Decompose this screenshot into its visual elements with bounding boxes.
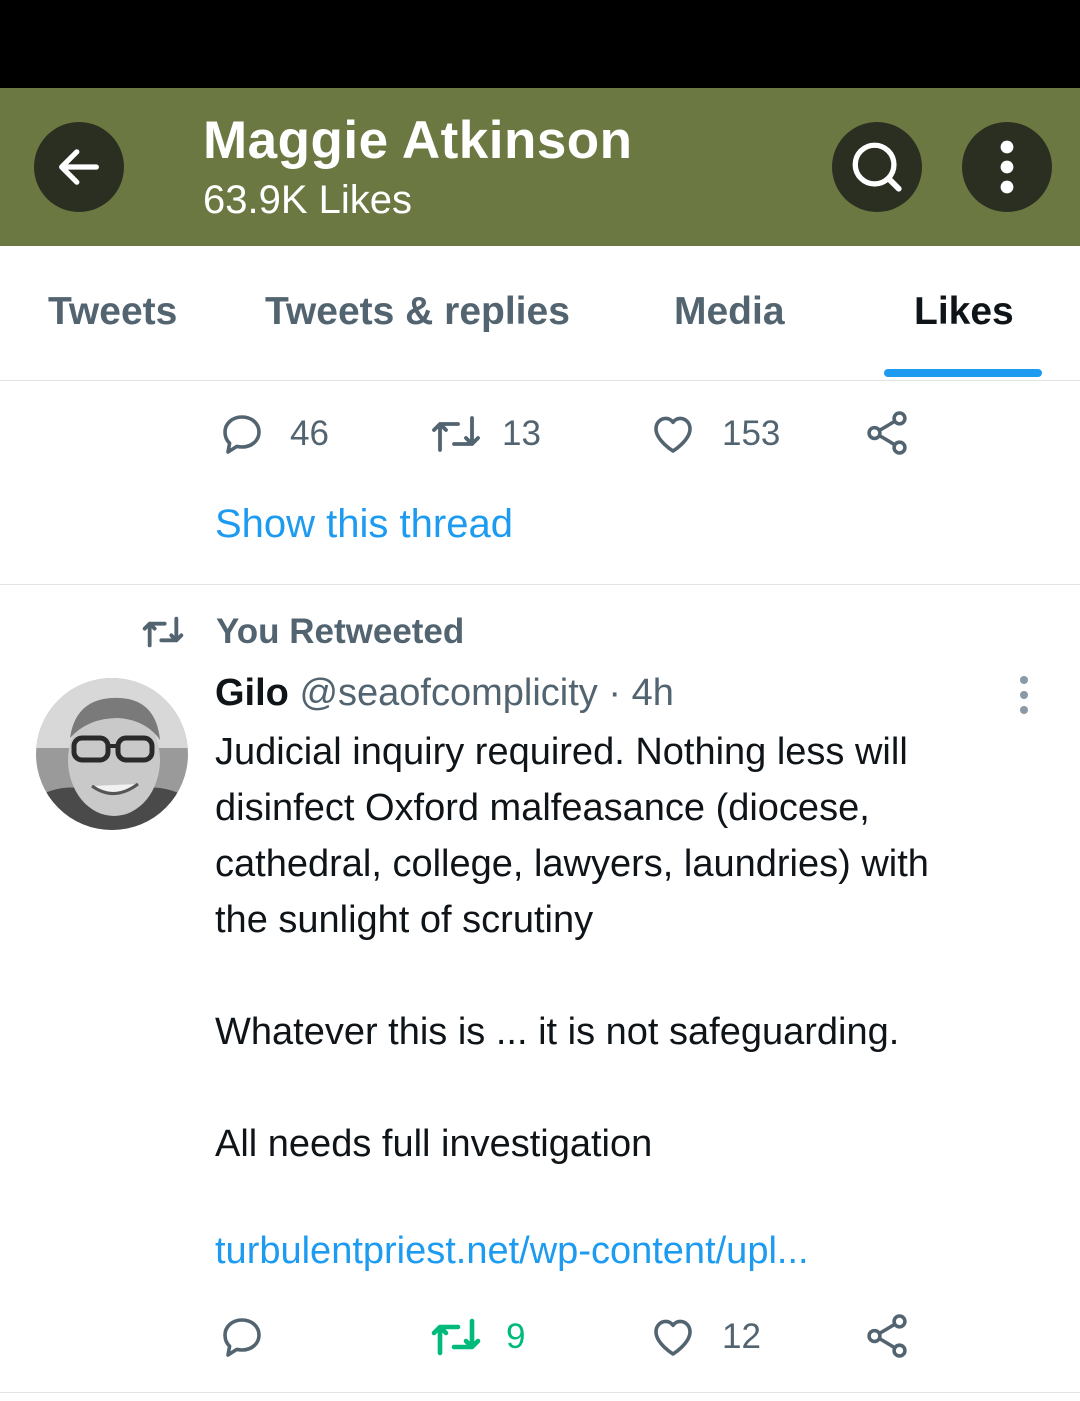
reply-button[interactable] (218, 1313, 290, 1361)
retweet-icon (142, 616, 184, 648)
tweet-time[interactable]: 4h (632, 672, 674, 714)
tweet-divider (0, 584, 1080, 585)
retweet-button[interactable]: 13 (430, 410, 541, 458)
tweet-text: Judicial inquiry required. Nothing less … (215, 724, 1045, 1172)
share-icon (867, 411, 907, 455)
profile-header: Maggie Atkinson 63.9K Likes (0, 88, 1080, 246)
active-tab-indicator (884, 369, 1042, 377)
share-button[interactable] (862, 1311, 912, 1361)
likes-count-subtitle: 63.9K Likes (203, 178, 413, 222)
retweet-count: 9 (506, 1317, 526, 1356)
tweet-link[interactable]: turbulentpriest.net/wp-content/upl... (215, 1230, 809, 1273)
share-icon (867, 1314, 907, 1358)
tweet-author-line: Gilo @seaofcomplicity · 4h (215, 672, 674, 715)
status-bar (0, 0, 1080, 88)
tab-likes[interactable]: Likes (914, 290, 1014, 334)
more-vertical-icon (1020, 676, 1028, 714)
tweet-text-paragraph: Whatever this is ... it is not safeguard… (215, 1011, 900, 1053)
retweet-count: 13 (502, 414, 541, 453)
tweet-text-line: Judicial inquiry required. Nothing less … (215, 731, 908, 773)
retweet-context: You Retweeted (140, 612, 464, 652)
tweet-text-paragraph: All needs full investigation (215, 1123, 653, 1165)
tab-tweets-replies[interactable]: Tweets & replies (265, 290, 570, 334)
tweet-more-button[interactable] (1008, 674, 1040, 716)
avatar[interactable] (36, 678, 188, 830)
reply-icon (223, 1318, 261, 1357)
reply-icon (223, 415, 261, 454)
tab-tweets[interactable]: Tweets (48, 290, 177, 334)
share-button[interactable] (862, 408, 912, 458)
back-button[interactable] (34, 122, 124, 212)
separator-dot: · (608, 672, 622, 714)
like-count: 153 (722, 414, 781, 453)
search-button[interactable] (832, 122, 922, 212)
retweet-icon (431, 1318, 481, 1356)
tweet-divider (0, 1392, 1080, 1393)
author-name[interactable]: Gilo (215, 672, 289, 714)
profile-tabs: Tweets Tweets & replies Media Likes (0, 246, 1080, 381)
like-button[interactable]: 153 (648, 410, 780, 458)
more-vertical-icon (1000, 140, 1014, 194)
like-count: 12 (722, 1317, 761, 1356)
author-handle[interactable]: @seaofcomplicity (299, 672, 597, 714)
more-options-button[interactable] (962, 122, 1052, 212)
tweet-text-line: the sunlight of scrutiny (215, 899, 594, 941)
like-button[interactable]: 12 (648, 1313, 761, 1361)
retweet-icon (432, 416, 480, 452)
tweet-text-line: cathedral, college, lawyers, laundries) … (215, 843, 929, 885)
tab-media[interactable]: Media (674, 290, 785, 334)
search-icon (852, 142, 902, 192)
profile-name-title: Maggie Atkinson (203, 111, 633, 170)
show-thread-link[interactable]: Show this thread (215, 502, 513, 547)
arrow-left-icon (59, 149, 99, 185)
heart-icon (654, 1319, 692, 1356)
retweet-context-label: You Retweeted (216, 612, 465, 651)
avatar-photo (36, 678, 188, 830)
reply-count: 46 (290, 414, 329, 453)
retweet-button[interactable]: 9 (430, 1313, 525, 1361)
tweet-text-line: disinfect Oxford malfeasance (diocese, (215, 787, 870, 829)
reply-button[interactable]: 46 (218, 410, 329, 458)
heart-icon (654, 416, 692, 453)
